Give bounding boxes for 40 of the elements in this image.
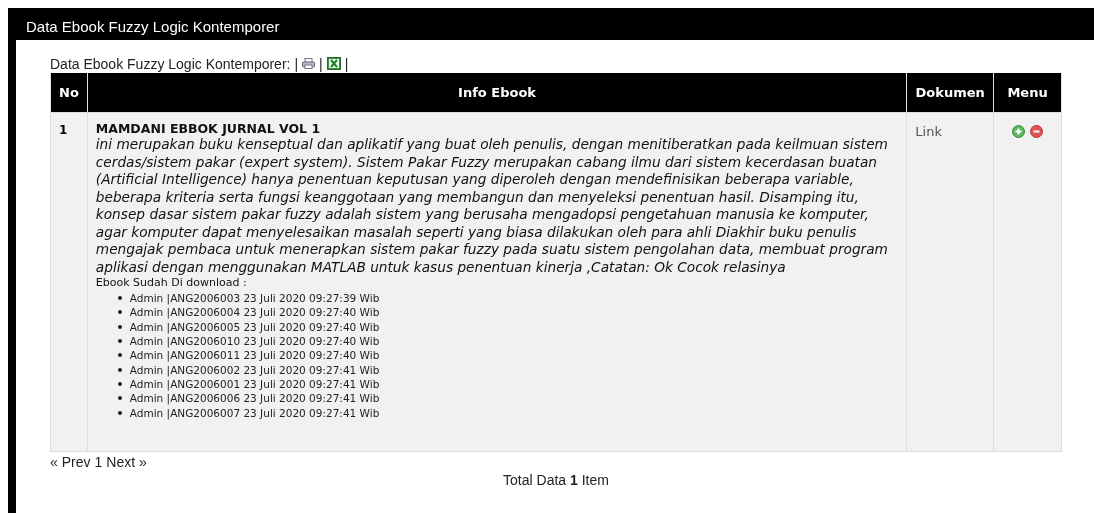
bullet-icon [117,339,122,344]
panel-title: Data Ebook Fuzzy Logic Kontemporer [26,17,280,35]
printer-icon[interactable] [302,58,316,69]
prev-link[interactable]: « Prev [50,454,91,470]
download-entry: Admin |ANG2006003 23 Juli 2020 09:27:39 Wib [129,292,380,305]
bullet-icon [117,353,122,358]
download-entry: Admin |ANG2006002 23 Juli 2020 09:27:41 Wib [129,363,380,376]
download-entry: Admin |ANG2006006 23 Juli 2020 09:27:41 Wib [129,392,380,405]
book-title: MAMDANI EBBOK JURNAL VOL 1 [95,121,322,136]
column-header: Menu [993,73,1062,113]
spreadsheet-icon[interactable] [326,57,341,70]
document-link[interactable]: Link [915,124,942,139]
download-entry: Admin |ANG2006007 23 Juli 2020 09:27:41 Wib [129,406,380,419]
bullet-icon [117,324,122,329]
bullet-icon [117,381,122,386]
column-header: Dokumen [906,73,994,113]
page-link[interactable]: 1 [94,454,103,470]
separator: | [319,55,323,72]
add-icon[interactable] [1012,125,1026,138]
bullet-icon [117,396,122,401]
download-label: Ebook Sudah Di download : [95,276,248,289]
bullet-icon [117,410,122,415]
next-link[interactable]: Next » [106,454,147,470]
bullet-icon [117,296,122,301]
description: ini merupakan buku kenseptual dan aplikatif yang buat oleh penulis, dengan menitiberatkan pada keilmuan sistem cerdas/sistem pakar (expert system). Sistem Pakar Fuzzy merupakan cabang ilmu dari sistem kecerdasan buatan (Artificial Intelligence) hanya penentuan keputusan yang diperoleh dengan mendefinisikan beberapa variable, beberapa kriteria serta fungsi keanggotaan yang membangun dan menyeleksi penentuan hasil. Disamping itu, konsep dasar sistem pakar fuzzy adalah sistem yang berusaha mengadopsi pengetahuan manusia ke komputer, agar komputer dapat menyelesaikan masalah seperti yang biasa dilakukan oleh para ahli Diakhir buku penulis mengajak pembaca untuk menerapkan sistem pakar fuzzy pada suatu sistem pengolahan data, membuat program aplikasi dengan menggunakan MATLAB untuk kasus penentuan kinerja ,Catatan: Ok Cocok relasinya [95,136,889,276]
separator: | [294,55,299,72]
table-cell: 1 [50,112,88,452]
bullet-icon [117,310,122,315]
column-header: Info Ebook [87,73,907,113]
column-header: No [50,73,88,113]
total-count: Total Data 1 Item [503,472,609,488]
remove-icon[interactable] [1030,125,1044,138]
download-entry: Admin |ANG2006004 23 Juli 2020 09:27:40 Wib [129,306,380,319]
bullet-icon [117,367,122,372]
toolbar-caption: Data Ebook Fuzzy Logic Kontemporer: [50,55,291,72]
separator: | [344,55,349,72]
download-entry: Admin |ANG2006005 23 Juli 2020 09:27:40 Wib [129,320,380,333]
download-entry: Admin |ANG2006010 23 Juli 2020 09:27:40 Wib [129,335,380,348]
download-entry: Admin |ANG2006011 23 Juli 2020 09:27:40 Wib [129,349,380,362]
download-entry: Admin |ANG2006001 23 Juli 2020 09:27:41 Wib [129,377,380,390]
